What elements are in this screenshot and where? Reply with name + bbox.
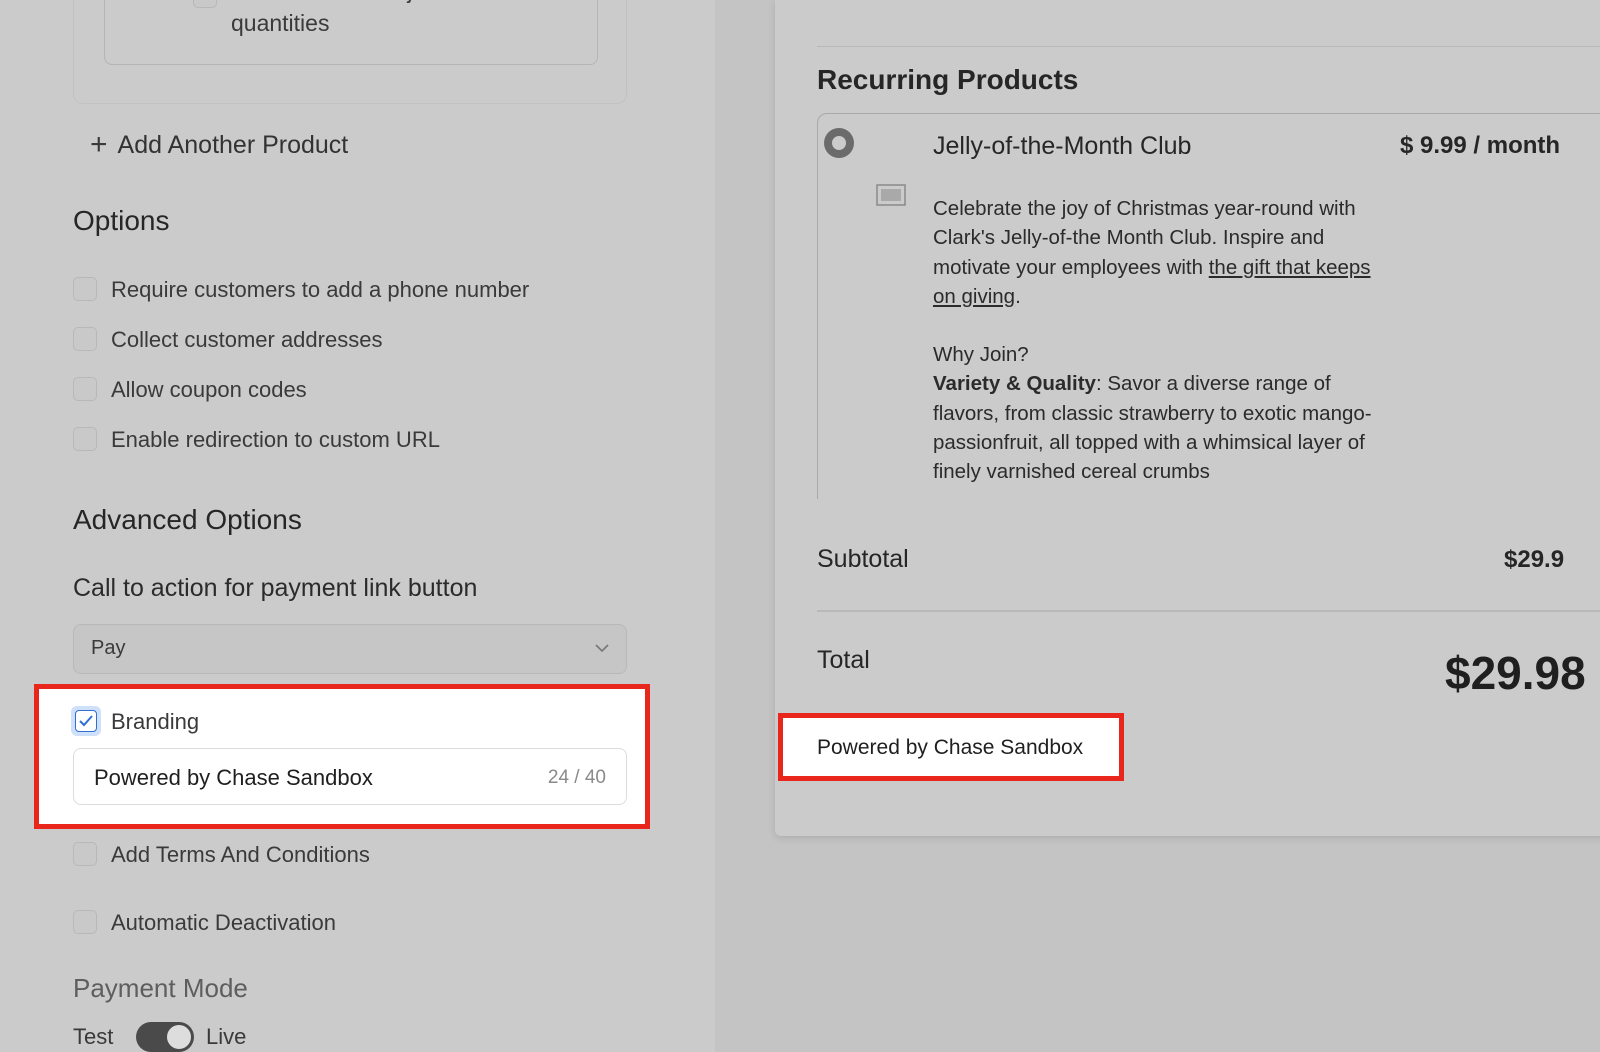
image-placeholder-icon: [876, 184, 906, 206]
cta-select[interactable]: Pay: [73, 624, 627, 674]
subtotal-label: Subtotal: [817, 545, 909, 573]
add-product-label: Add Another Product: [117, 130, 349, 159]
subtotal-value: $29.9: [1504, 546, 1565, 573]
product-card: Let customers adjust quantities: [73, 0, 627, 104]
deactivation-label: Automatic Deactivation: [111, 910, 336, 935]
coupon-checkbox[interactable]: [73, 377, 97, 401]
address-checkbox[interactable]: [73, 327, 97, 351]
product-radio[interactable]: [824, 128, 854, 158]
redirect-label: Enable redirection to custom URL: [111, 427, 440, 452]
address-label: Collect customer addresses: [111, 327, 383, 352]
options-heading: Options: [73, 205, 170, 236]
cta-label: Call to action for payment link button: [73, 574, 478, 602]
desc-text-2: .: [1015, 284, 1021, 308]
redirect-checkbox[interactable]: [73, 427, 97, 451]
branding-label: Branding: [111, 709, 200, 734]
editor-panel: Let customers adjust quantities + Add An…: [0, 0, 715, 1052]
branding-input[interactable]: Powered by Chase Sandbox 24 / 40: [73, 748, 627, 805]
recurring-products-heading: Recurring Products: [817, 64, 1079, 95]
product-description: Celebrate the joy of Christmas year-roun…: [933, 194, 1393, 487]
terms-checkbox[interactable]: [73, 842, 97, 866]
payment-mode-test-label: Test: [73, 1024, 114, 1049]
checkmark-icon: [79, 715, 93, 727]
add-product-button[interactable]: + Add Another Product: [90, 128, 348, 162]
plus-icon: +: [90, 128, 108, 161]
desc-bold: Variety & Quality: [933, 372, 1096, 396]
branding-char-count: 24 / 40: [547, 767, 606, 788]
phone-checkbox[interactable]: [73, 277, 97, 301]
phone-label: Require customers to add a phone number: [111, 277, 530, 302]
product-price: $ 9.99 / month: [1400, 132, 1561, 159]
payment-mode-live-label: Live: [206, 1024, 247, 1049]
cta-select-value: Pay: [91, 637, 126, 659]
payment-mode-heading: Payment Mode: [73, 973, 248, 1003]
preview-branding-highlight: Powered by Chase Sandbox: [778, 713, 1124, 781]
advanced-options-heading: Advanced Options: [73, 504, 302, 535]
adjust-quantities-label: Let customers adjust quantities: [231, 0, 443, 36]
top-divider: [817, 46, 1600, 47]
terms-label: Add Terms And Conditions: [111, 842, 370, 867]
coupon-label: Allow coupon codes: [111, 377, 307, 402]
total-label: Total: [817, 646, 870, 674]
desc-why-join: Why Join?: [933, 343, 1029, 367]
total-value: $29.98: [1445, 647, 1586, 699]
chevron-down-icon: [595, 644, 609, 653]
branding-input-value: Powered by Chase Sandbox: [94, 765, 373, 790]
checkout-preview: Recurring Products Jelly-of-the-Month Cl…: [775, 0, 1600, 836]
totals-divider: [817, 610, 1600, 612]
branding-checkbox[interactable]: [71, 706, 101, 736]
product-name: Jelly-of-the-Month Club: [933, 132, 1192, 160]
product-options-box: Let customers adjust quantities: [104, 0, 598, 65]
payment-mode-toggle[interactable]: [136, 1022, 194, 1052]
product-box: Jelly-of-the-Month Club $ 9.99 / month C…: [817, 113, 1600, 499]
adjust-quantities-checkbox[interactable]: [193, 0, 217, 8]
deactivation-checkbox[interactable]: [73, 910, 97, 934]
preview-branding-text: Powered by Chase Sandbox: [817, 736, 1084, 759]
